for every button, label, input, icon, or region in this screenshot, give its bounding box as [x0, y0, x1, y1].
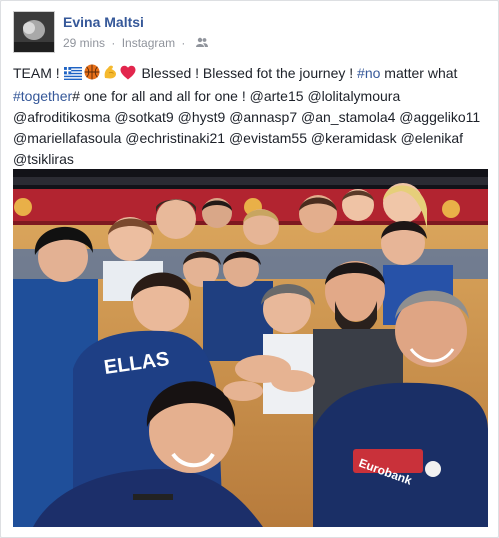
post-header: Evina Maltsi 29 mins · Instagram · — [13, 11, 483, 53]
basketball-icon — [84, 64, 100, 86]
text-team: TEAM ! — [13, 65, 60, 81]
mention-tsikliras: @tsikliras — [13, 151, 74, 167]
meta-separator-2: · — [181, 35, 186, 50]
hashtag-no[interactable]: #no — [357, 65, 380, 81]
mention-afroditikosma: @afroditikosma — [13, 109, 111, 125]
author-name[interactable]: Evina Maltsi — [63, 14, 144, 30]
mention-sotkat9: @sotkat9 — [114, 109, 174, 125]
post-time[interactable]: 29 mins — [63, 36, 105, 50]
mention-lolitalymoura: @lolitalymoura — [307, 88, 401, 104]
mention-aggeliko11: @aggeliko11 — [399, 109, 481, 125]
mention-evistam55: @evistam55 — [228, 130, 307, 146]
mention-annasp7: @annasp7 — [229, 109, 298, 125]
mention-arte15: @arte15 — [249, 88, 304, 104]
post-source[interactable]: Instagram — [122, 36, 175, 50]
meta-separator: · — [111, 35, 116, 50]
mention-mariellafasoula: @mariellafasoula — [13, 130, 122, 146]
hashtag-together[interactable]: #together — [13, 88, 72, 104]
profile-avatar[interactable] — [13, 11, 55, 53]
text-matter-what: matter what — [384, 65, 458, 81]
post-photo[interactable]: ELLAS Eurobank — [13, 169, 488, 527]
flexed-biceps-icon — [102, 64, 118, 86]
post-meta: 29 mins · Instagram · — [63, 35, 208, 50]
mention-echristinaki21: @echristinaki21 — [125, 130, 226, 146]
text-one-for-all: # one for all and all for one ! — [72, 88, 246, 104]
mention-hyst9: @hyst9 — [177, 109, 226, 125]
post-text: TEAM ! Blessed ! Blessed fot the journey… — [13, 63, 487, 170]
red-heart-icon — [120, 65, 136, 86]
mention-keramidask: @keramidask — [310, 130, 397, 146]
friends-icon[interactable] — [195, 36, 208, 50]
text-blessed: Blessed ! Blessed fot the journey ! — [141, 65, 354, 81]
mention-elenikaf: @elenikaf — [400, 130, 464, 146]
greece-flag-icon — [63, 65, 82, 86]
post-card: Evina Maltsi 29 mins · Instagram · TEAM … — [0, 0, 499, 538]
mention-an-stamola4: @an_stamola4 — [301, 109, 396, 125]
